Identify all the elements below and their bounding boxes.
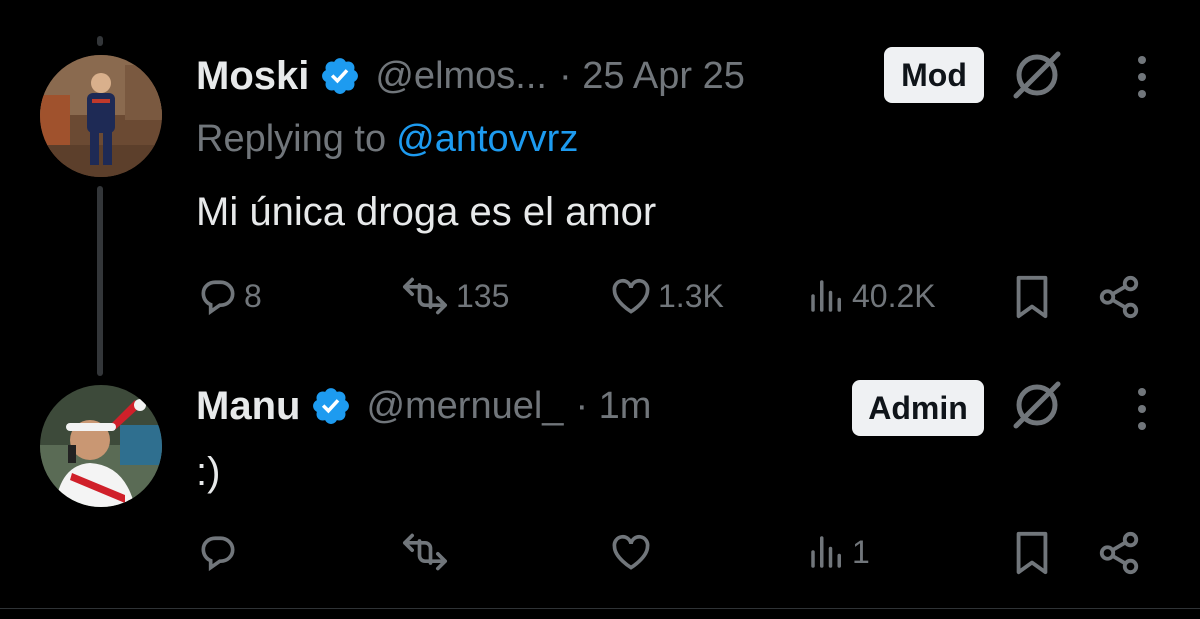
view-count: 1	[852, 533, 870, 570]
role-badge-mod: Mod	[884, 47, 984, 103]
repost-icon	[403, 533, 447, 571]
tweet-header: Moski @elmos... · 25 Apr 25	[196, 46, 745, 106]
grok-icon[interactable]	[1008, 46, 1066, 104]
role-badge-admin: Admin	[852, 380, 984, 436]
heart-icon	[612, 534, 650, 570]
reply-button[interactable]: 8	[196, 274, 262, 318]
views-button[interactable]: 40.2K	[806, 274, 936, 318]
views-chart-icon	[811, 280, 841, 312]
repost-count: 135	[456, 277, 510, 314]
replying-prefix: Replying to	[196, 118, 387, 160]
more-vertical-icon[interactable]	[1132, 384, 1152, 434]
view-count: 40.2K	[852, 277, 936, 314]
like-count: 1.3K	[658, 277, 724, 314]
timestamp[interactable]: · 25 Apr 25	[559, 55, 745, 98]
verified-badge-icon	[322, 58, 359, 94]
thread-connector-top	[97, 36, 103, 46]
tweet-text: Mi única droga es el amor	[196, 190, 657, 234]
heart-icon	[612, 278, 650, 314]
repost-button[interactable]	[398, 530, 456, 574]
repost-button[interactable]: 135	[398, 274, 509, 318]
timestamp[interactable]: · 1m	[575, 385, 651, 428]
bottom-divider	[0, 608, 1200, 609]
more-vertical-icon[interactable]	[1132, 52, 1152, 102]
reply-icon	[201, 536, 235, 572]
replying-mention[interactable]: @antovvrz	[396, 118, 578, 160]
tweet-header: Manu @mernuel_ · 1m	[196, 376, 651, 436]
repost-icon	[403, 277, 447, 315]
reply-count: 8	[244, 277, 262, 314]
replying-to: Replying to @antovvrz	[196, 118, 578, 161]
views-button[interactable]: 1	[806, 530, 870, 574]
verified-badge-icon	[313, 388, 350, 424]
avatar-moski[interactable]	[40, 55, 162, 177]
reply-button[interactable]	[196, 530, 244, 574]
reply-icon	[201, 280, 235, 316]
bookmark-icon[interactable]	[1012, 274, 1052, 320]
display-name[interactable]: Manu	[196, 384, 300, 429]
like-button[interactable]	[608, 530, 658, 574]
tweet-text: :)	[196, 450, 221, 494]
views-chart-icon	[811, 536, 841, 568]
grok-icon[interactable]	[1008, 376, 1066, 434]
thread-connector	[97, 186, 103, 376]
like-button[interactable]: 1.3K	[608, 274, 724, 318]
share-icon[interactable]	[1096, 530, 1142, 576]
share-icon[interactable]	[1096, 274, 1142, 320]
display-name[interactable]: Moski	[196, 54, 309, 99]
avatar-manu[interactable]	[40, 385, 162, 507]
handle[interactable]: @mernuel_	[366, 385, 563, 428]
bookmark-icon[interactable]	[1012, 530, 1052, 576]
handle[interactable]: @elmos...	[375, 55, 547, 98]
